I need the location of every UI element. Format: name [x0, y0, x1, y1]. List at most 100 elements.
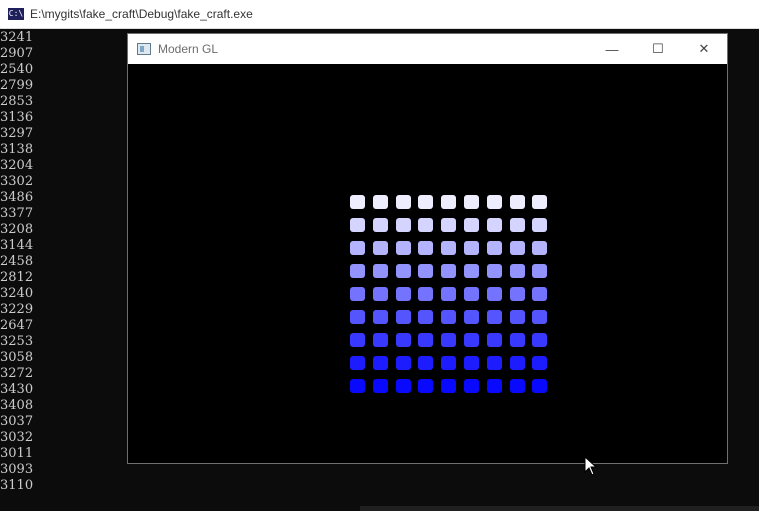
console-line: 3032: [0, 430, 34, 445]
quad-grid: [350, 195, 550, 395]
quad: [372, 287, 388, 301]
quad: [372, 333, 388, 347]
quad: [509, 287, 525, 301]
quad: [486, 310, 502, 324]
quad: [372, 241, 388, 255]
console-line: 3377: [0, 206, 34, 221]
quad: [509, 195, 525, 209]
close-button[interactable]: ✕: [681, 34, 727, 64]
console-line: 3253: [0, 334, 34, 349]
console-line: 3241: [0, 30, 34, 45]
quad: [372, 310, 388, 324]
quad: [532, 218, 548, 232]
console-line: 2540: [0, 62, 34, 77]
quad: [509, 333, 525, 347]
quad: [532, 195, 548, 209]
quad: [441, 379, 457, 393]
quad: [509, 356, 525, 370]
quad: [486, 287, 502, 301]
quad: [350, 241, 365, 255]
quad: [441, 264, 457, 278]
quad: [395, 333, 411, 347]
quad: [418, 287, 434, 301]
quad: [372, 379, 388, 393]
quad: [372, 218, 388, 232]
maximize-button[interactable]: ☐: [635, 34, 681, 64]
quad: [464, 218, 479, 232]
console-window-title: E:\mygits\fake_craft\Debug\fake_craft.ex…: [30, 7, 253, 21]
quad: [486, 195, 502, 209]
quad: [464, 195, 479, 209]
quad: [418, 218, 434, 232]
quad: [418, 195, 434, 209]
console-line: 3058: [0, 350, 34, 365]
quad: [532, 241, 548, 255]
quad: [418, 310, 434, 324]
quad: [509, 241, 525, 255]
console-line: 3297: [0, 126, 34, 141]
console-line: 3486: [0, 190, 34, 205]
console-line: 2907: [0, 46, 34, 61]
console-line: 3204: [0, 158, 34, 173]
console-line: 2812: [0, 270, 34, 285]
quad: [350, 218, 365, 232]
quad: [350, 356, 365, 370]
quad: [509, 310, 525, 324]
quad: [532, 356, 548, 370]
gl-titlebar[interactable]: Modern GL — ☐ ✕: [128, 34, 727, 64]
quad: [418, 264, 434, 278]
quad: [486, 356, 502, 370]
quad: [464, 241, 479, 255]
gl-viewport[interactable]: [128, 64, 727, 463]
quad: [486, 333, 502, 347]
quad: [350, 379, 365, 393]
quad: [532, 379, 548, 393]
console-line: 3302: [0, 174, 34, 189]
quad: [464, 310, 479, 324]
minimize-button[interactable]: —: [589, 34, 635, 64]
console-line: 2853: [0, 94, 34, 109]
console-line: 2647: [0, 318, 34, 333]
quad: [509, 379, 525, 393]
quad: [350, 195, 365, 209]
quad: [441, 333, 457, 347]
quad: [441, 241, 457, 255]
console-icon: C:\: [8, 8, 24, 20]
console-line: 3037: [0, 414, 34, 429]
quad: [395, 195, 411, 209]
quad: [350, 287, 365, 301]
console-line: 3408: [0, 398, 34, 413]
quad: [441, 356, 457, 370]
console-line: 3136: [0, 110, 34, 125]
console-line: 2799: [0, 78, 34, 93]
quad: [486, 241, 502, 255]
quad: [372, 195, 388, 209]
mouse-cursor-icon: [584, 456, 598, 476]
quad: [441, 218, 457, 232]
console-line: 3011: [0, 446, 34, 461]
console-line: 3272: [0, 366, 34, 381]
quad: [464, 287, 479, 301]
quad: [395, 379, 411, 393]
quad: [532, 264, 548, 278]
quad: [486, 379, 502, 393]
console-line: 3208: [0, 222, 34, 237]
quad: [395, 264, 411, 278]
quad: [509, 264, 525, 278]
quad: [418, 356, 434, 370]
console-line: 3093: [0, 462, 34, 477]
quad: [395, 218, 411, 232]
gl-window[interactable]: Modern GL — ☐ ✕: [127, 33, 728, 464]
quad: [395, 287, 411, 301]
quad: [372, 356, 388, 370]
console-line: 3110: [0, 478, 34, 493]
quad: [441, 287, 457, 301]
quad: [350, 333, 365, 347]
console-line: 3138: [0, 142, 34, 157]
quad: [532, 287, 548, 301]
quad: [350, 310, 365, 324]
quad: [350, 264, 365, 278]
taskbar-strip: [360, 506, 759, 511]
console-output: 3241 2907 2540 2799 2853 3136 3297 3138 3204 3302…: [0, 30, 127, 500]
console-line: 2458: [0, 254, 34, 269]
